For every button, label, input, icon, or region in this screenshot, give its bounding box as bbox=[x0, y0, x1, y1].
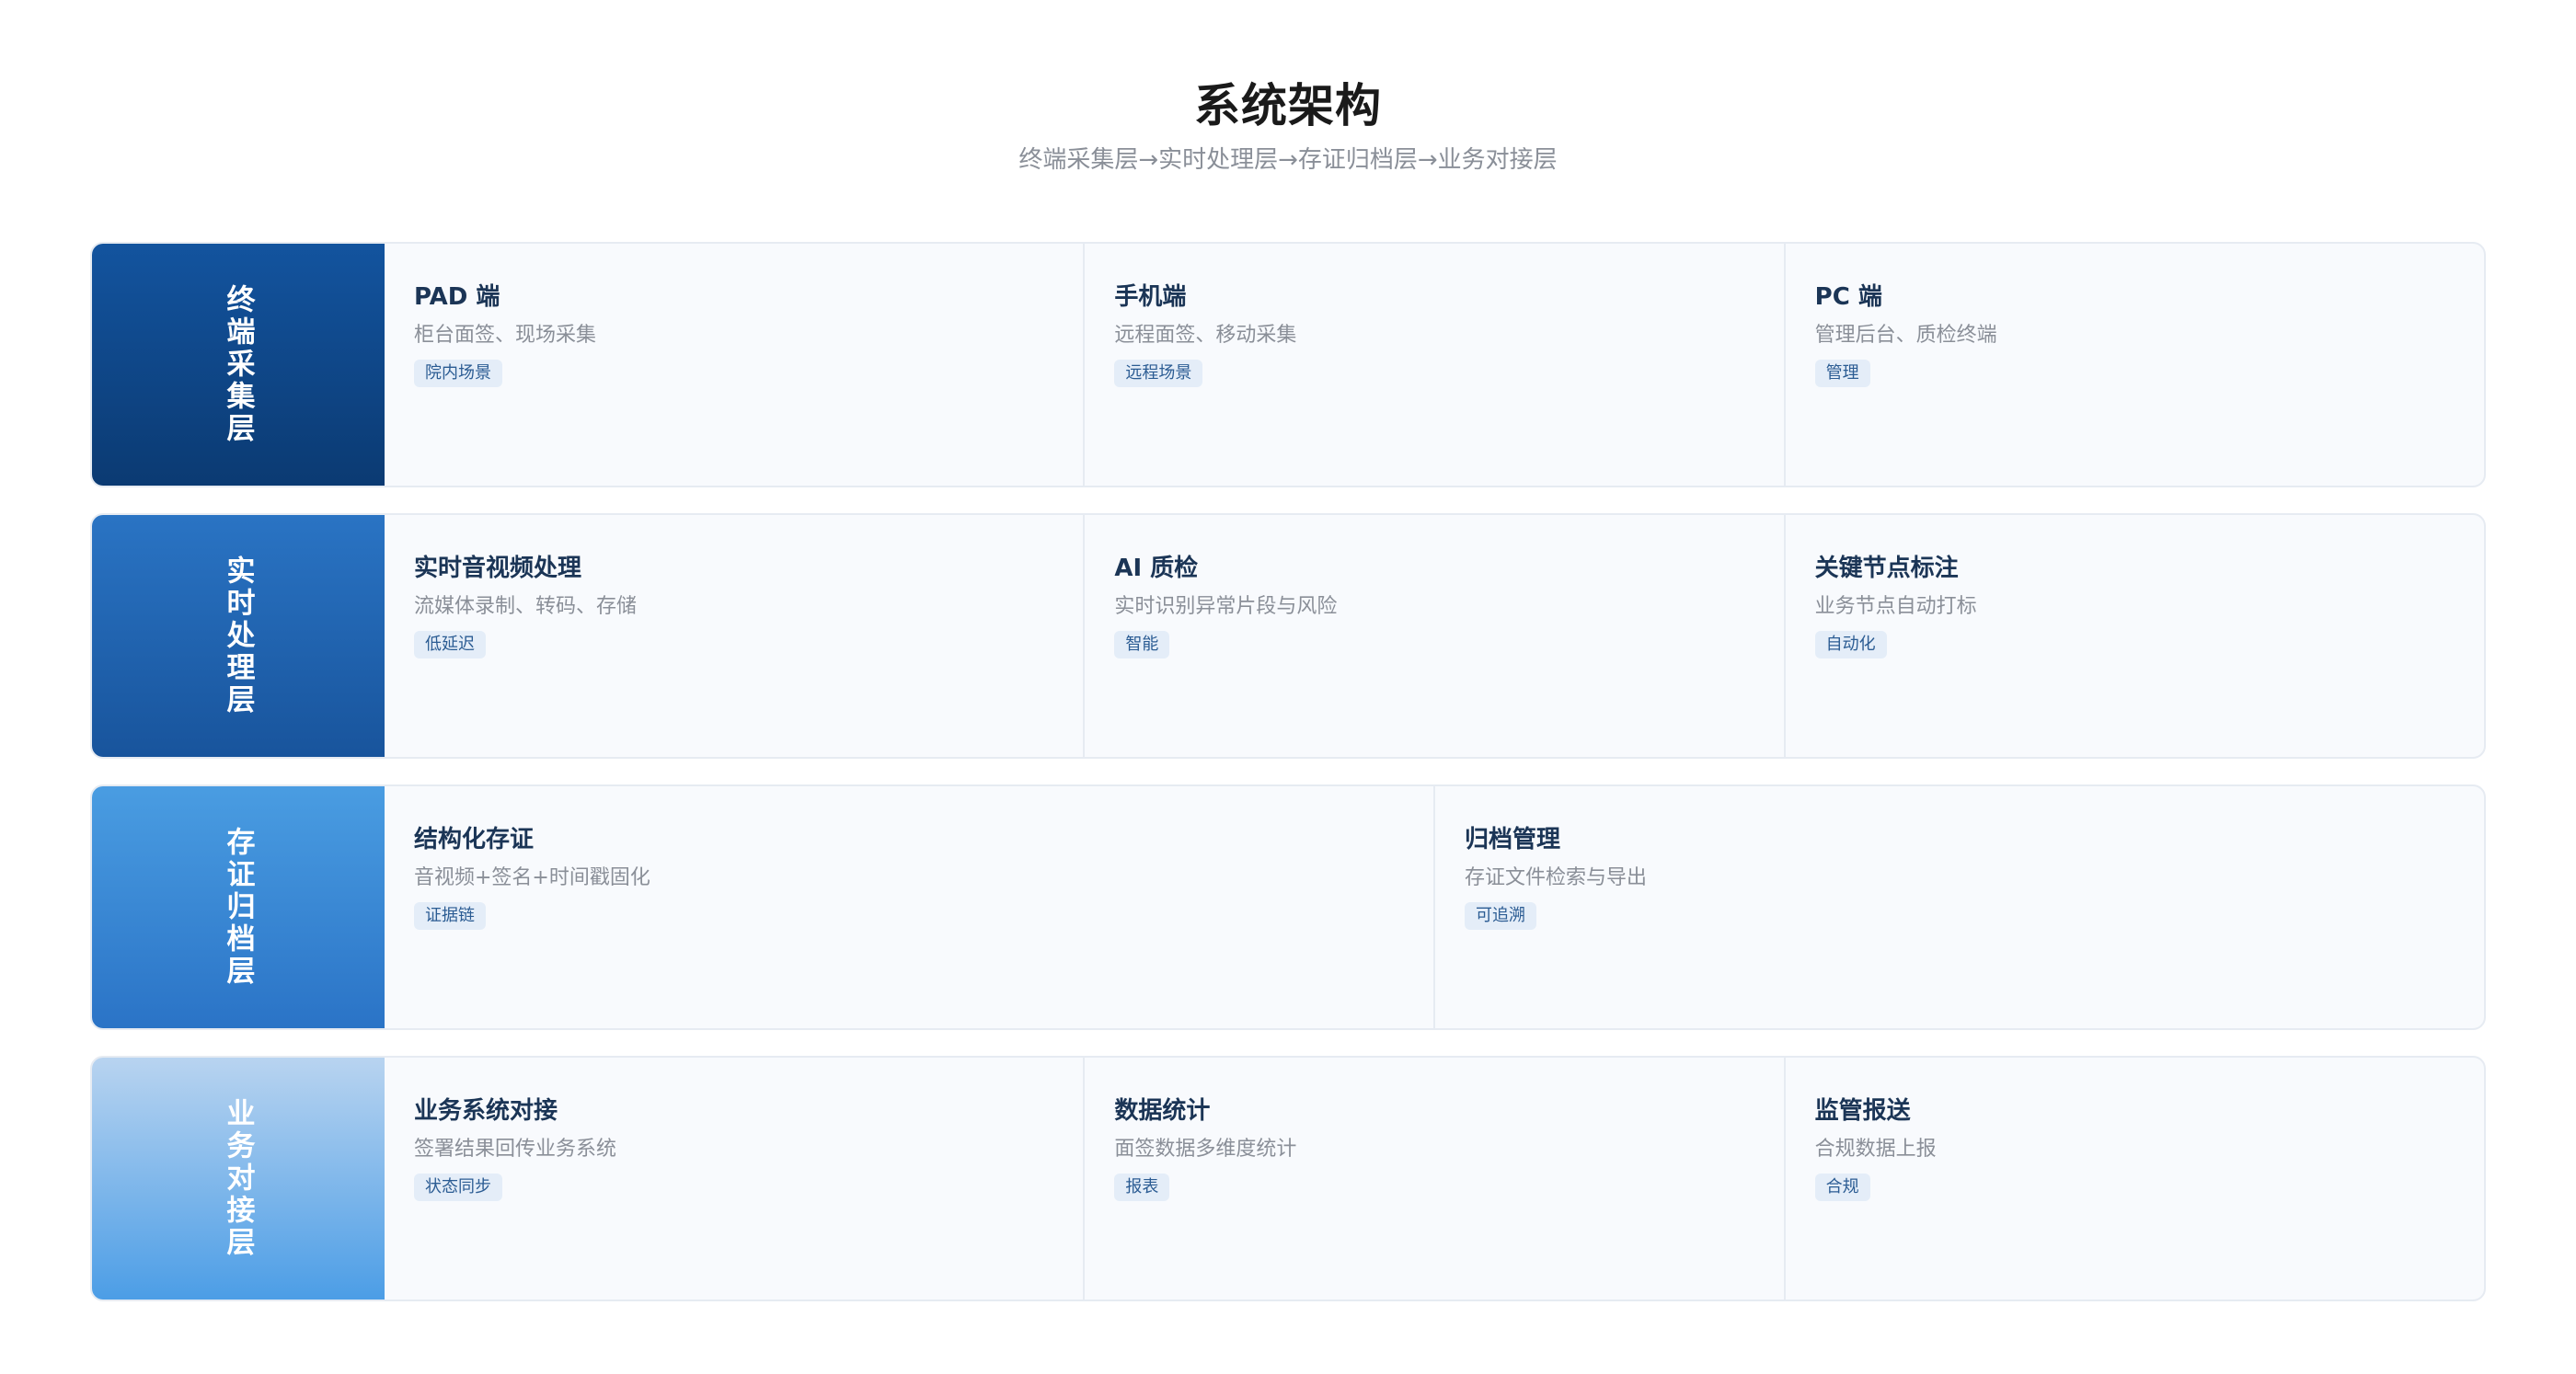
component-tag: 自动化 bbox=[1814, 631, 1887, 658]
layer-label-block: 存证归档层 bbox=[92, 786, 385, 1028]
component-tag: 报表 bbox=[1114, 1174, 1170, 1201]
component-title: AI 质检 bbox=[1114, 555, 1199, 582]
component-card: PC 端管理后台、质检终端管理 bbox=[1783, 244, 2484, 486]
layer-cells: PAD 端柜台面签、现场采集 院内场景 手机端 远程面签、移动采集 远程场景 PC 端管理… bbox=[385, 244, 2484, 486]
layer-label-block: 终端采集层 bbox=[92, 244, 385, 486]
component-card: 归档管理存证文件检索与导出可追溯 bbox=[1433, 786, 2484, 1028]
component-description: 流媒体录制、转码、存储 bbox=[414, 595, 638, 618]
layer-cells: 实时音视频处理 流媒体录制、转码、存储 低延迟 AI 质检 实时识别异常片段与风险 智能关… bbox=[385, 515, 2484, 757]
component-tag: 证据链 bbox=[414, 902, 486, 930]
layer-row: 终端采集层 PAD 端柜台面签、现场采集 院内场景 手机端 远程面签、移动采集 远程场景 P… bbox=[90, 242, 2486, 487]
layer-label: 实时处理层 bbox=[221, 555, 255, 716]
component-description: 面签数据多维度统计 bbox=[1114, 1138, 1297, 1161]
component-tag: 智能 bbox=[1114, 631, 1170, 658]
component-title: PAD 端 bbox=[414, 283, 500, 311]
component-card: 手机端远程面签、移动采集远程场景 bbox=[1083, 244, 1783, 486]
component-tag: 状态同步 bbox=[414, 1174, 502, 1201]
layer-label: 业务对接层 bbox=[221, 1098, 255, 1259]
layer-row: 存证归档层 结构化存证 音视频+签名+时间戳固化 证据链 归档管理 存证文件检索与导出 可追… bbox=[90, 784, 2486, 1030]
layer-cells: 结构化存证 音视频+签名+时间戳固化 证据链 归档管理 存证文件检索与导出 可追溯 bbox=[385, 786, 2484, 1028]
component-title: 监管报送 bbox=[1814, 1097, 1911, 1125]
component-description: 合规数据上报 bbox=[1814, 1138, 1937, 1161]
component-title: 手机端 bbox=[1114, 283, 1187, 311]
component-card: 关键节点标注业务节点自动打标自动化 bbox=[1783, 515, 2484, 757]
component-card: 业务系统对接签署结果回传业务系统状态同步 bbox=[385, 1058, 1083, 1300]
component-title: 结构化存证 bbox=[414, 826, 535, 853]
component-title: PC 端 bbox=[1814, 283, 1882, 311]
component-description: 实时识别异常片段与风险 bbox=[1114, 595, 1338, 618]
component-tag: 远程场景 bbox=[1114, 360, 1203, 387]
component-description: 签署结果回传业务系统 bbox=[414, 1138, 617, 1161]
component-tag: 可追溯 bbox=[1465, 902, 1536, 930]
component-card: 结构化存证音视频+签名+时间戳固化证据链 bbox=[385, 786, 1433, 1028]
component-description: 音视频+签名+时间戳固化 bbox=[414, 866, 650, 889]
component-description: 业务节点自动打标 bbox=[1814, 595, 1977, 618]
component-description: 存证文件检索与导出 bbox=[1465, 866, 1648, 889]
layer-label-block: 实时处理层 bbox=[92, 515, 385, 757]
component-card: PAD 端柜台面签、现场采集院内场景 bbox=[385, 244, 1083, 486]
page-subtitle: 终端采集层→实时处理层→存证归档层→业务对接层 bbox=[1018, 146, 1558, 174]
component-title: 归档管理 bbox=[1465, 826, 1561, 853]
component-description: 管理后台、质检终端 bbox=[1814, 324, 1997, 347]
layer-row: 实时处理层 实时音视频处理 流媒体录制、转码、存储 低延迟 AI 质检 实时识别异常片段与… bbox=[90, 513, 2486, 759]
component-card: 监管报送合规数据上报合规 bbox=[1783, 1058, 2484, 1300]
component-description: 远程面签、移动采集 bbox=[1114, 324, 1297, 347]
component-tag: 管理 bbox=[1814, 360, 1870, 387]
layer-label: 终端采集层 bbox=[221, 284, 255, 445]
component-tag: 低延迟 bbox=[414, 631, 486, 658]
component-card: 实时音视频处理流媒体录制、转码、存储低延迟 bbox=[385, 515, 1083, 757]
component-tag: 院内场景 bbox=[414, 360, 502, 387]
layer-label: 存证归档层 bbox=[221, 827, 255, 988]
architecture-layers: 终端采集层 PAD 端柜台面签、现场采集 院内场景 手机端 远程面签、移动采集 远程场景 P… bbox=[90, 242, 2486, 1327]
component-tag: 合规 bbox=[1814, 1174, 1870, 1201]
component-title: 关键节点标注 bbox=[1814, 555, 1959, 582]
layer-label-block: 业务对接层 bbox=[92, 1058, 385, 1300]
component-title: 数据统计 bbox=[1114, 1097, 1211, 1125]
layer-cells: 业务系统对接 签署结果回传业务系统 状态同步 数据统计 面签数据多维度统计 报表 监管报送合… bbox=[385, 1058, 2484, 1300]
page-title: 系统架构 bbox=[1194, 79, 1382, 132]
component-card: 数据统计面签数据多维度统计报表 bbox=[1083, 1058, 1783, 1300]
component-title: 业务系统对接 bbox=[414, 1097, 558, 1125]
component-description: 柜台面签、现场采集 bbox=[414, 324, 597, 347]
component-title: 实时音视频处理 bbox=[414, 555, 582, 582]
component-card: AI 质检实时识别异常片段与风险智能 bbox=[1083, 515, 1783, 757]
layer-row: 业务对接层 业务系统对接 签署结果回传业务系统 状态同步 数据统计 面签数据多维度统计 报表… bbox=[90, 1056, 2486, 1301]
